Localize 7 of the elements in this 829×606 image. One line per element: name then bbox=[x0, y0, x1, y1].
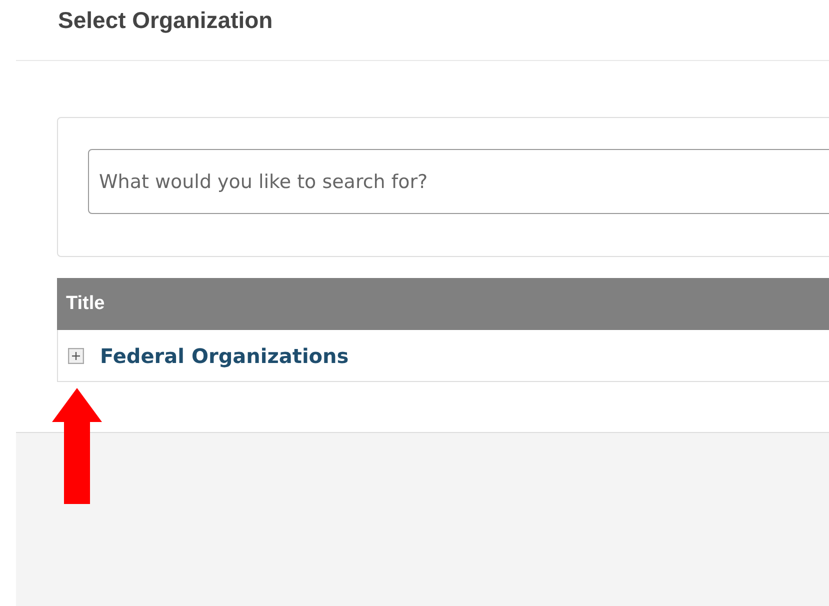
search-field[interactable]: What would you like to search for? bbox=[88, 149, 829, 214]
table-row[interactable]: Federal Organizations bbox=[57, 330, 829, 382]
arrow-icon bbox=[52, 388, 102, 504]
dialog-title: Select Organization bbox=[57, 6, 274, 34]
organization-link[interactable]: Federal Organizations bbox=[100, 344, 349, 368]
column-header: Title bbox=[66, 293, 105, 315]
expand-icon[interactable] bbox=[68, 348, 84, 364]
